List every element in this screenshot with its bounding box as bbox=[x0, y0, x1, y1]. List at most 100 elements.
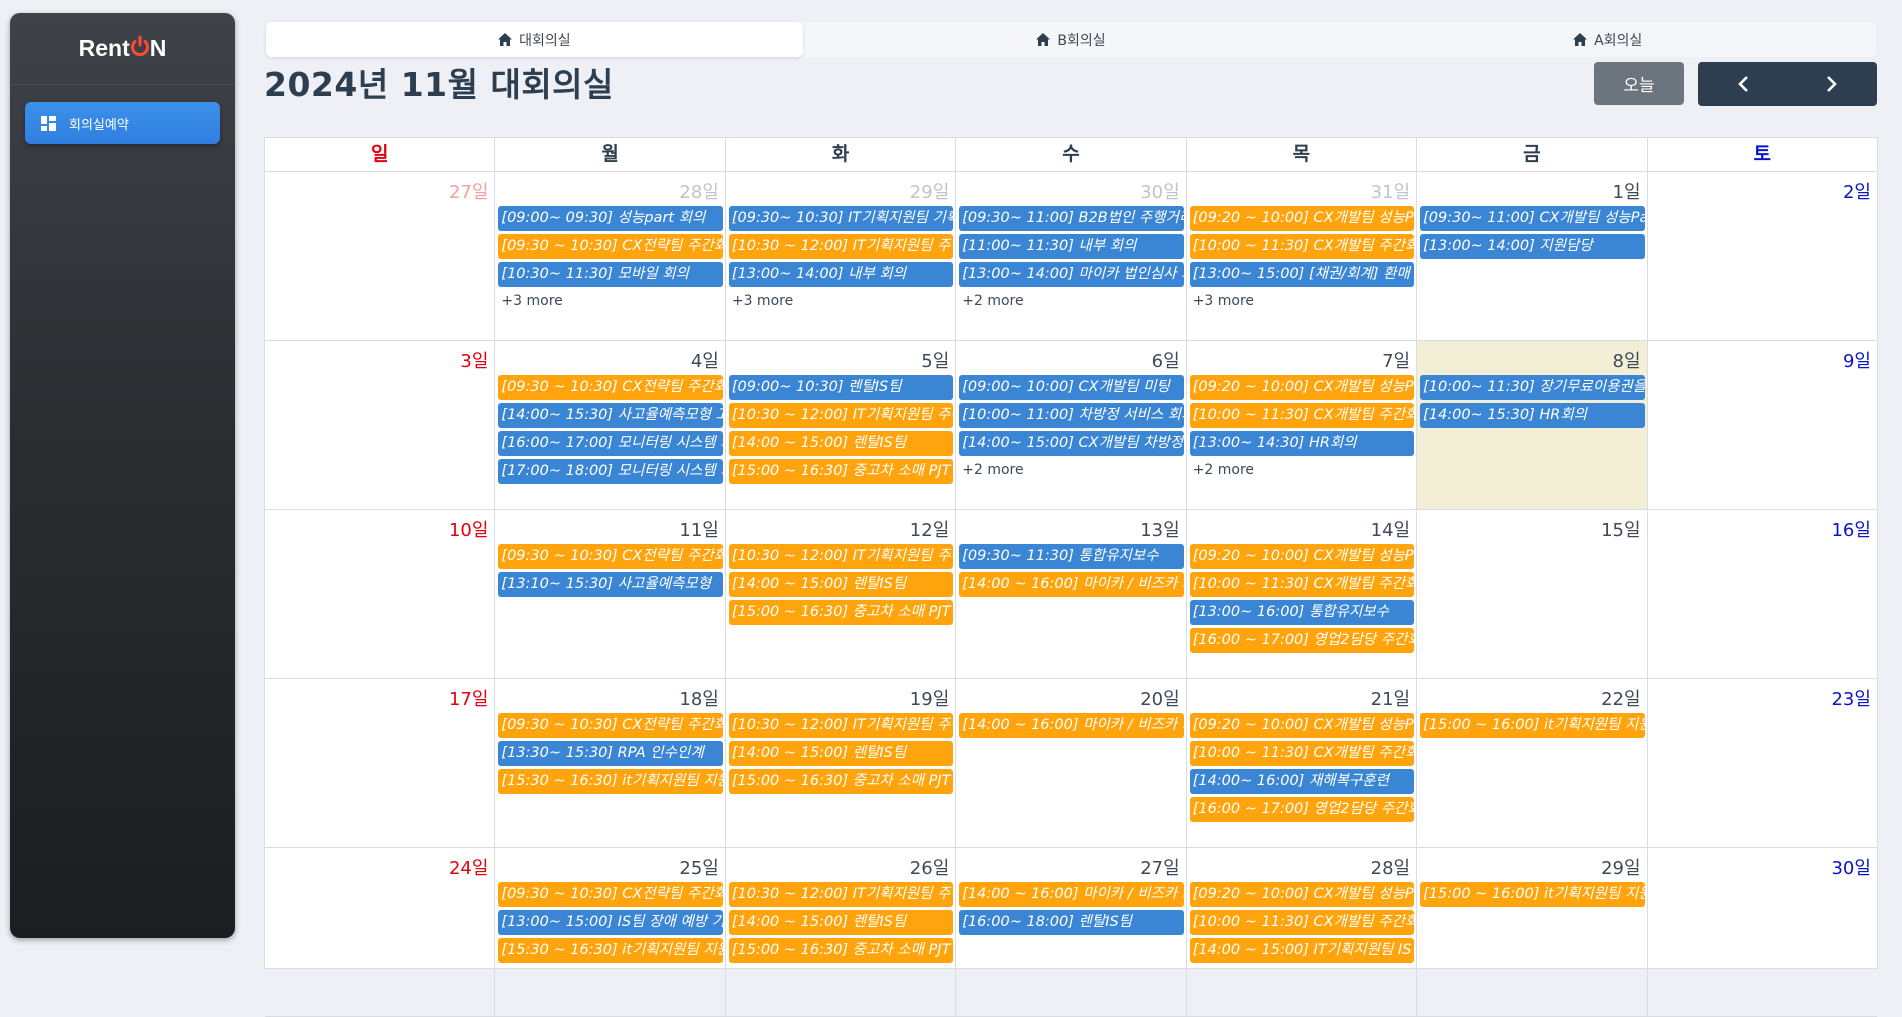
calendar-event[interactable]: [17:00~ 18:00] 모니터링 시스템 회 bbox=[498, 459, 723, 484]
calendar-event[interactable]: [10:00~ 11:30] 장기무료이용권을 bbox=[1420, 375, 1645, 400]
calendar-event[interactable]: [14:00 ~ 15:00] IT기획지원팀 IS팀 bbox=[1189, 938, 1415, 963]
calendar-event[interactable]: [10:30 ~ 12:00] IT기획지원팀 주간 bbox=[728, 234, 954, 259]
more-events-link[interactable]: +2 more bbox=[1190, 459, 1414, 481]
day-cell[interactable]: 29일 [15:00 ~ 16:00] it기획지원팀 지원 bbox=[1417, 848, 1648, 1016]
calendar-event[interactable]: [10:00 ~ 11:30] CX개발팀 주간회의 bbox=[1189, 403, 1415, 428]
day-cell[interactable]: 14일 [09:20 ~ 10:00] CX개발팀 성능Part [10:00 ~ … bbox=[1187, 510, 1418, 678]
calendar-event[interactable]: [14:00~ 15:00] CX개발팀 차방정 bbox=[959, 431, 1184, 456]
calendar-event[interactable]: [14:00~ 15:30] HR회의 bbox=[1420, 403, 1645, 428]
calendar-event[interactable]: [09:00~ 10:00] CX개발팀 미팅 bbox=[959, 375, 1184, 400]
calendar-event[interactable]: [14:00 ~ 16:00] 마이카 / 비즈카 회 bbox=[959, 713, 1184, 738]
day-cell[interactable]: 4일 [09:30 ~ 10:30] CX전략팀 주간회의 [14:00~ 15:3… bbox=[495, 341, 726, 509]
calendar-event[interactable]: [14:00 ~ 15:00] 렌탈IS팀 bbox=[728, 572, 954, 597]
calendar-event[interactable]: [14:00~ 15:30] 사고율예측모형 고도 bbox=[498, 403, 723, 428]
day-cell[interactable]: 29일 [09:30~ 10:30] IT기획지원팀 기획 [10:30 ~ 12:… bbox=[726, 172, 957, 340]
calendar-event[interactable]: [10:30~ 11:30] 모바일 회의 bbox=[498, 262, 723, 287]
app-logo[interactable]: Rent N bbox=[10, 13, 235, 85]
day-cell[interactable]: 7일 [09:20 ~ 10:00] CX개발팀 성능Part [10:00 ~ 1… bbox=[1187, 341, 1418, 509]
calendar-event[interactable]: [09:30~ 10:30] IT기획지원팀 기획 bbox=[728, 206, 954, 231]
calendar-event[interactable]: [11:00~ 11:30] 내부 회의 bbox=[959, 234, 1184, 259]
calendar-event[interactable]: [15:00 ~ 16:00] it기획지원팀 지원 bbox=[1420, 882, 1645, 907]
day-cell[interactable]: 2일 bbox=[1648, 172, 1877, 340]
calendar-event[interactable]: [13:30~ 15:30] RPA 인수인계 bbox=[498, 741, 723, 766]
calendar-event[interactable]: [09:30~ 11:00] CX개발팀 성능Part bbox=[1420, 206, 1645, 231]
calendar-event[interactable]: [14:00~ 16:00] 재해복구훈련 bbox=[1189, 769, 1415, 794]
calendar-event[interactable]: [13:00~ 14:00] 마이카 법인심사 회 bbox=[959, 262, 1184, 287]
calendar-event[interactable]: [09:30 ~ 10:30] CX전략팀 주간회의 bbox=[498, 544, 723, 569]
calendar-event[interactable]: [13:00~ 15:00] IS팀 장애 예방 기 bbox=[498, 910, 723, 935]
calendar-event[interactable]: [15:30 ~ 16:30] it기획지원팀 지원 bbox=[498, 938, 723, 963]
calendar-event[interactable]: [14:00 ~ 16:00] 마이카 / 비즈카 회 bbox=[959, 882, 1184, 907]
calendar-event[interactable]: [09:20 ~ 10:00] CX개발팀 성능Part bbox=[1189, 544, 1415, 569]
calendar-event[interactable]: [09:20 ~ 10:00] CX개발팀 성능Part bbox=[1189, 375, 1415, 400]
calendar-event[interactable]: [09:20 ~ 10:00] CX개발팀 성능Part bbox=[1189, 206, 1415, 231]
calendar-event[interactable]: [15:30 ~ 16:30] it기획지원팀 지원 bbox=[498, 769, 723, 794]
more-events-link[interactable]: +2 more bbox=[959, 459, 1183, 481]
calendar-event[interactable]: [10:00~ 11:00] 차방정 서비스 회의 bbox=[959, 403, 1184, 428]
calendar-event[interactable]: [10:00 ~ 11:30] CX개발팀 주간회의 bbox=[1189, 910, 1415, 935]
tab-room-b[interactable]: B회의실 bbox=[803, 22, 1340, 57]
day-cell[interactable]: 30일 bbox=[1648, 848, 1877, 1016]
calendar-event[interactable]: [16:00~ 17:00] 모니터링 시스템 회 bbox=[498, 431, 723, 456]
calendar-event[interactable]: [09:00~ 10:30] 렌탈IS팀 bbox=[728, 375, 954, 400]
calendar-event[interactable]: [10:00 ~ 11:30] CX개발팀 주간회의 bbox=[1189, 234, 1415, 259]
calendar-event[interactable]: [10:00 ~ 11:30] CX개발팀 주간회의 bbox=[1189, 572, 1415, 597]
calendar-event[interactable]: [09:30 ~ 10:30] CX전략팀 주간회의 bbox=[498, 375, 723, 400]
calendar-event[interactable]: [09:20 ~ 10:00] CX개발팀 성능Part bbox=[1189, 882, 1415, 907]
calendar-event[interactable]: [09:30~ 11:00] B2B법인 주행거리 bbox=[959, 206, 1184, 231]
day-cell[interactable]: 25일 [09:30 ~ 10:30] CX전략팀 주간회의 [13:00~ 15:… bbox=[495, 848, 726, 1016]
day-cell[interactable]: 12일 [10:30 ~ 12:00] IT기획지원팀 주간 [14:00 ~ 15… bbox=[726, 510, 957, 678]
day-cell[interactable]: 9일 bbox=[1648, 341, 1877, 509]
day-cell[interactable]: 19일 [10:30 ~ 12:00] IT기획지원팀 주간 [14:00 ~ 15… bbox=[726, 679, 957, 847]
calendar-event[interactable]: [10:30 ~ 12:00] IT기획지원팀 주간 bbox=[728, 403, 954, 428]
calendar-event[interactable]: [14:00 ~ 15:00] 렌탈IS팀 bbox=[728, 431, 954, 456]
day-cell[interactable]: 6일 [09:00~ 10:00] CX개발팀 미팅 [10:00~ 11:00] … bbox=[956, 341, 1187, 509]
calendar-event[interactable]: [15:00 ~ 16:30] 중고차 소매 PJT bbox=[728, 600, 954, 625]
calendar-event[interactable]: [09:00~ 09:30] 성능part 회의 bbox=[498, 206, 723, 231]
day-cell[interactable]: 3일 bbox=[265, 341, 496, 509]
day-cell[interactable]: 20일 [14:00 ~ 16:00] 마이카 / 비즈카 회 bbox=[956, 679, 1187, 847]
calendar-event[interactable]: [10:30 ~ 12:00] IT기획지원팀 주간 bbox=[728, 544, 954, 569]
calendar-event[interactable]: [15:00 ~ 16:30] 중고차 소매 PJT bbox=[728, 769, 954, 794]
more-events-link[interactable]: +2 more bbox=[959, 290, 1183, 312]
day-cell-today[interactable]: 8일 [10:00~ 11:30] 장기무료이용권을 [14:00~ 15:30] … bbox=[1417, 341, 1648, 509]
calendar-event[interactable]: [15:00 ~ 16:00] it기획지원팀 지원 bbox=[1420, 713, 1645, 738]
day-cell[interactable]: 27일 [14:00 ~ 16:00] 마이카 / 비즈카 회 [16:00~ 18… bbox=[956, 848, 1187, 1016]
calendar-event[interactable]: [14:00 ~ 15:00] 렌탈IS팀 bbox=[728, 910, 954, 935]
prev-month-button[interactable] bbox=[1698, 62, 1788, 106]
day-cell[interactable]: 22일 [15:00 ~ 16:00] it기획지원팀 지원 bbox=[1417, 679, 1648, 847]
more-events-link[interactable]: +3 more bbox=[729, 290, 953, 312]
day-cell[interactable]: 17일 bbox=[265, 679, 496, 847]
sidebar-item-meeting-room-reservation[interactable]: 회의실예약 bbox=[25, 102, 220, 144]
day-cell[interactable]: 24일 bbox=[265, 848, 496, 1016]
day-cell[interactable]: 26일 [10:30 ~ 12:00] IT기획지원팀 주간 [14:00 ~ 15… bbox=[726, 848, 957, 1016]
day-cell[interactable]: 1일 [09:30~ 11:00] CX개발팀 성능Part [13:00~ 14:… bbox=[1417, 172, 1648, 340]
calendar-event[interactable]: [16:00 ~ 17:00] 영업2담당 주간회의 bbox=[1189, 797, 1415, 822]
day-cell[interactable]: 30일 [09:30~ 11:00] B2B법인 주행거리 [11:00~ 11:3… bbox=[956, 172, 1187, 340]
tab-room-a[interactable]: A회의실 bbox=[1339, 22, 1876, 57]
day-cell[interactable]: 21일 [09:20 ~ 10:00] CX개발팀 성능Part [10:00 ~ … bbox=[1187, 679, 1418, 847]
day-cell[interactable]: 16일 bbox=[1648, 510, 1877, 678]
day-cell[interactable]: 11일 [09:30 ~ 10:30] CX전략팀 주간회의 [13:10~ 15:… bbox=[495, 510, 726, 678]
calendar-event[interactable]: [15:00 ~ 16:30] 중고차 소매 PJT bbox=[728, 938, 954, 963]
day-cell[interactable]: 5일 [09:00~ 10:30] 렌탈IS팀 [10:30 ~ 12:00] IT… bbox=[726, 341, 957, 509]
more-events-link[interactable]: +3 more bbox=[498, 290, 722, 312]
calendar-event[interactable]: [09:30~ 11:30] 통합유지보수 bbox=[959, 544, 1184, 569]
calendar-event[interactable]: [09:30 ~ 10:30] CX전략팀 주간회의 bbox=[498, 713, 723, 738]
calendar-event[interactable]: [10:30 ~ 12:00] IT기획지원팀 주간 bbox=[728, 882, 954, 907]
calendar-event[interactable]: [16:00~ 18:00] 렌탈IS팀 bbox=[959, 910, 1184, 935]
calendar-event[interactable]: [13:00~ 14:00] 지원담당 bbox=[1420, 234, 1645, 259]
calendar-event[interactable]: [13:00~ 14:30] HR회의 bbox=[1189, 431, 1415, 456]
day-cell[interactable]: 28일 [09:00~ 09:30] 성능part 회의 [09:30 ~ 10:3… bbox=[495, 172, 726, 340]
calendar-event[interactable]: [10:00 ~ 11:30] CX개발팀 주간회의 bbox=[1189, 741, 1415, 766]
calendar-event[interactable]: [13:00~ 14:00] 내부 회의 bbox=[728, 262, 954, 287]
calendar-event[interactable]: [09:30 ~ 10:30] CX전략팀 주간회의 bbox=[498, 882, 723, 907]
calendar-event[interactable]: [13:10~ 15:30] 사고율예측모형 bbox=[498, 572, 723, 597]
day-cell[interactable]: 13일 [09:30~ 11:30] 통합유지보수 [14:00 ~ 16:00] … bbox=[956, 510, 1187, 678]
today-button[interactable]: 오늘 bbox=[1594, 62, 1684, 105]
day-cell[interactable]: 10일 bbox=[265, 510, 496, 678]
next-month-button[interactable] bbox=[1788, 62, 1878, 106]
calendar-event[interactable]: [13:00~ 15:00] [채권/회계] 환매 회 bbox=[1189, 262, 1415, 287]
calendar-event[interactable]: [10:30 ~ 12:00] IT기획지원팀 주간 bbox=[728, 713, 954, 738]
day-cell[interactable]: 15일 bbox=[1417, 510, 1648, 678]
